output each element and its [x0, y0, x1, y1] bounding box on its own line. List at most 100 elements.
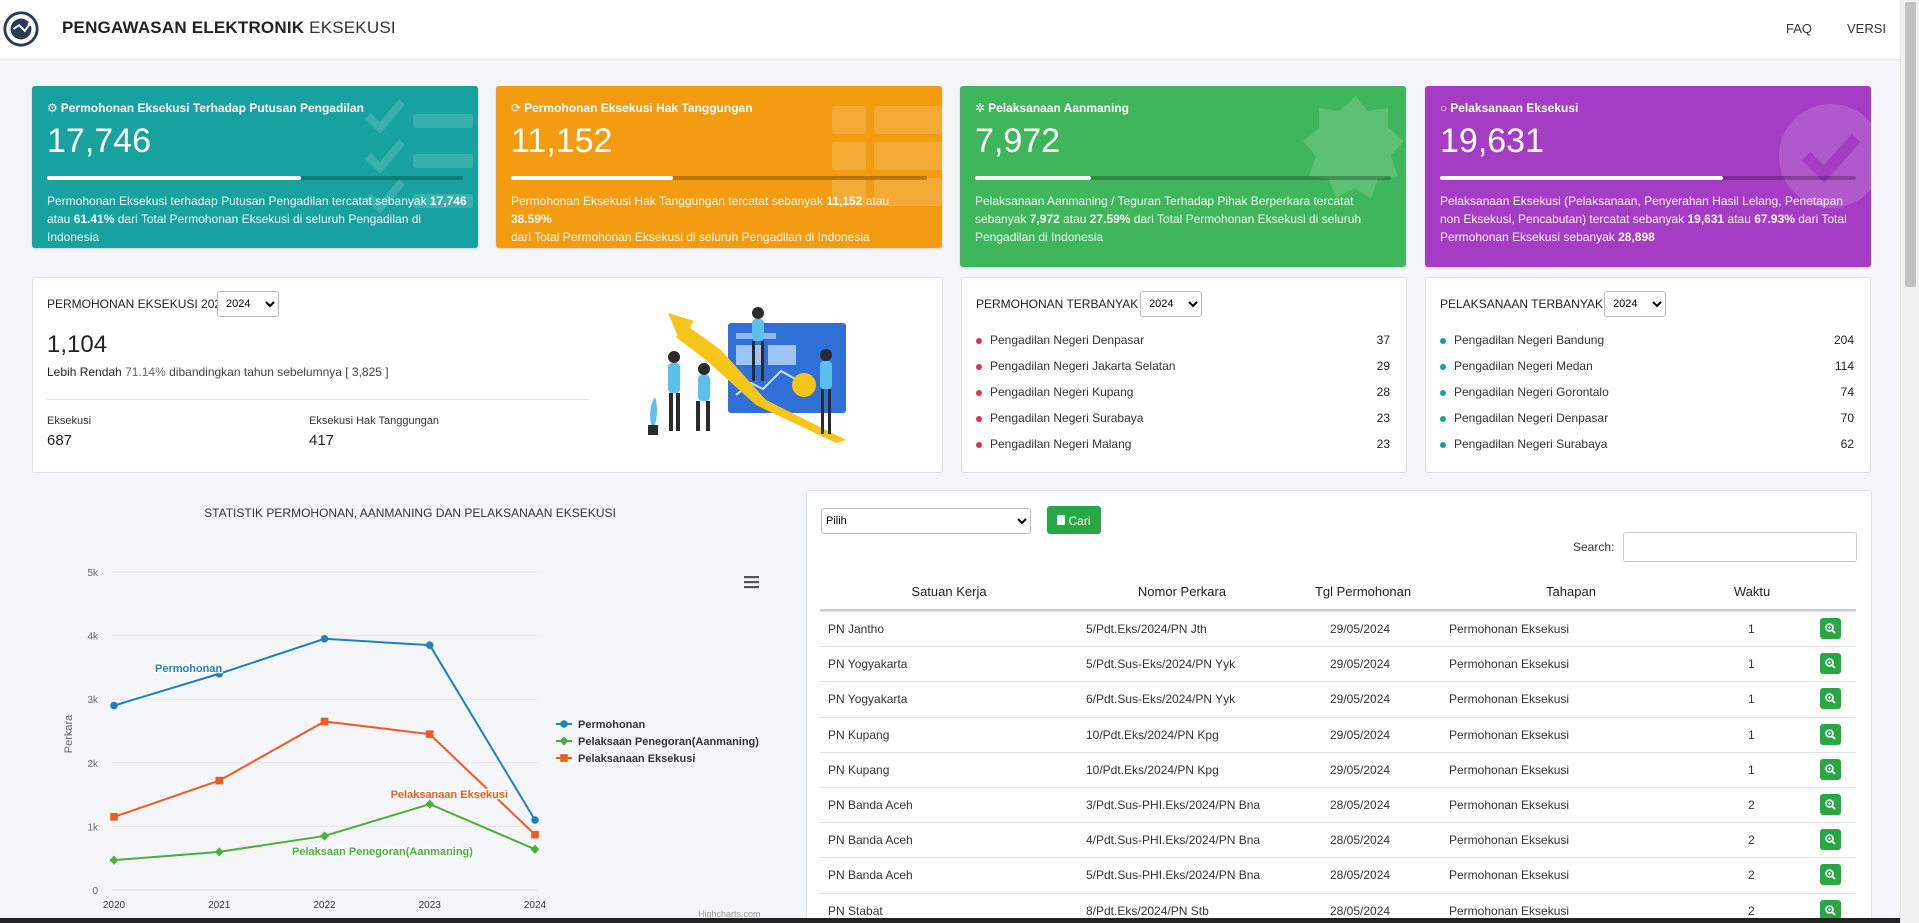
data-point[interactable] — [109, 855, 119, 865]
cell-tgl-permohonan: 28/05/2024 — [1330, 833, 1391, 848]
cell-waktu: 2 — [1748, 833, 1755, 848]
data-point[interactable] — [425, 641, 434, 649]
zoom-in-icon — [1825, 834, 1836, 845]
stat-description: Pelaksanaan Eksekusi (Pelaksanaan, Penye… — [1440, 194, 1847, 244]
cell-satuan-kerja: PN Banda Aceh — [828, 868, 913, 883]
stat-progress-bar — [975, 176, 1391, 180]
chart-grid — [112, 571, 537, 891]
table-row[interactable]: PN Banda Aceh 4/Pdt.Sus-PHI.Eks/2024/PN B… — [820, 822, 1856, 857]
cell-tgl-permohonan: 29/05/2024 — [1330, 692, 1391, 707]
list-count: 62 — [1840, 437, 1854, 451]
data-point[interactable] — [530, 844, 540, 854]
chart-legend[interactable]: Permohonan Pelaksaan Penegoran(Aanmaning)… — [556, 719, 759, 765]
x-tick-label: 2020 — [103, 900, 126, 911]
list-item: Pengadilan Negeri Surabaya — [1440, 437, 1607, 451]
logo-icon[interactable] — [2, 8, 40, 50]
table-row[interactable]: PN Banda Aceh 3/Pdt.Sus-PHI.Eks/2024/PN B… — [820, 787, 1856, 822]
nav-faq-link[interactable]: FAQ — [1786, 21, 1812, 36]
cell-tahapan: Permohonan Eksekusi — [1449, 868, 1570, 883]
table-row[interactable]: PN Kupang 10/Pdt.Eks/2024/PN Kpg 29/05/202… — [820, 751, 1856, 787]
list-item: Pengadilan Negeri Denpasar — [1440, 411, 1608, 425]
zoom-detail-button[interactable] — [1820, 758, 1841, 780]
comparison-text: Lebih Rendah 71.14% dibandingkan tahun s… — [47, 365, 389, 379]
column-header-tahapan[interactable]: Tahapan — [1521, 584, 1621, 599]
zoom-detail-button[interactable] — [1820, 688, 1841, 710]
zoom-detail-button[interactable] — [1820, 618, 1841, 639]
scrollbar-thumb[interactable] — [1905, 2, 1916, 287]
year-select[interactable]: 2024 — [1140, 291, 1202, 317]
data-point[interactable] — [110, 813, 118, 821]
chart-axes: 0 1k 2k 3k 4k 5k 2020 2021 2022 2023 2024 Perkara — [63, 568, 547, 911]
nav-versi-link[interactable]: VERSI — [1847, 21, 1886, 36]
bullet-dot — [1440, 389, 1446, 396]
cell-nomor-perkara: 10/Pdt.Eks/2024/PN Kpg — [1086, 762, 1219, 777]
panel-title: PERMOHONAN EKSEKUSI 2024 — [47, 297, 228, 311]
legend-item[interactable]: Permohonan — [578, 719, 646, 731]
table-row[interactable]: PN Yogyakarta 5/Pdt.Sus-Eks/2024/PN Yyk 29… — [820, 646, 1856, 681]
data-point[interactable] — [531, 816, 539, 824]
progress-fill — [975, 176, 1092, 180]
stat-title: ✲ Pelaksanaan Aanmaning — [975, 101, 1130, 115]
cell-nomor-perkara: 5/Pdt.Eks/2024/PN Jth — [1086, 622, 1207, 636]
data-point[interactable] — [560, 720, 568, 728]
list-count: 29 — [1376, 359, 1390, 373]
cell-nomor-perkara: 3/Pdt.Sus-PHI.Eks/2024/PN Bna — [1086, 798, 1261, 812]
table-row[interactable]: PN Kupang 10/Pdt.Eks/2024/PN Kpg 29/05/202… — [820, 716, 1856, 752]
stat-description: Pelaksanaan Aanmaning / Teguran Terhadap… — [975, 194, 1362, 244]
cell-tgl-permohonan: 28/05/2024 — [1330, 868, 1391, 883]
data-point[interactable] — [110, 701, 118, 710]
table-row[interactable]: PN Yogyakarta 6/Pdt.Sus-Eks/2024/PN Yyk 29… — [820, 681, 1856, 716]
data-point[interactable] — [320, 831, 329, 841]
zoom-in-icon — [1825, 623, 1836, 634]
column-header-satuan-kerja[interactable]: Satuan Kerja — [894, 584, 1004, 599]
progress-fill — [511, 176, 674, 180]
data-point[interactable] — [320, 634, 329, 643]
column-header-waktu[interactable]: Waktu — [1722, 584, 1782, 599]
legend-item[interactable]: Pelaksanaan Eksekusi — [578, 753, 695, 765]
page-scrollbar[interactable] — [1900, 0, 1919, 923]
cell-tgl-permohonan: 28/05/2024 — [1330, 903, 1391, 918]
zoom-detail-button[interactable] — [1820, 723, 1841, 745]
table-row[interactable]: PN Jantho 5/Pdt.Eks/2024/PN Jth 29/05/2024… — [820, 611, 1856, 646]
cell-satuan-kerja: PN Yogyakarta — [828, 692, 908, 707]
year-select[interactable]: 2024 — [1604, 291, 1666, 317]
cell-satuan-kerja: PN Stabat — [828, 903, 883, 918]
data-point[interactable] — [531, 830, 539, 839]
progress-fill — [47, 176, 301, 180]
legend-item[interactable]: Pelaksaan Penegoran(Aanmaning) — [578, 736, 759, 748]
stat-card-aanmaning: ✲ Pelaksanaan Aanmaning 7,972 Pelaksanaan… — [960, 86, 1406, 267]
chart-credit[interactable]: Highcharts.com — [698, 909, 761, 919]
data-point[interactable] — [214, 847, 224, 857]
data-point[interactable] — [215, 776, 224, 785]
cari-button[interactable]: Cari — [1047, 506, 1101, 534]
bullet-dot — [976, 415, 982, 422]
x-tick-label: 2021 — [208, 900, 231, 911]
table-row[interactable]: PN Banda Aceh 5/Pdt.Sus-PHI.Eks/2024/PN B… — [820, 857, 1856, 892]
data-point[interactable] — [559, 736, 569, 746]
cell-waktu: 1 — [1748, 622, 1755, 636]
refresh-icon: ⟳ — [511, 101, 522, 115]
zoom-detail-button[interactable] — [1820, 794, 1841, 815]
cell-tgl-permohonan: 29/05/2024 — [1330, 762, 1391, 777]
series-data-label: Pelaksanaan Eksekusi — [391, 789, 508, 801]
cell-nomor-perkara: 6/Pdt.Sus-Eks/2024/PN Yyk — [1086, 692, 1236, 707]
chart-menu-icon[interactable] — [744, 576, 759, 589]
zoom-detail-button[interactable] — [1820, 653, 1841, 675]
list-item: Pengadilan Negeri Surabaya — [976, 411, 1143, 425]
satker-filter-select[interactable]: Pilih — [821, 508, 1031, 534]
search-input[interactable] — [1623, 532, 1857, 562]
chart-series: Permohonan Pelaksaan Penegoran(Aanmaning)… — [109, 634, 540, 865]
zoom-detail-button[interactable] — [1820, 829, 1841, 851]
data-point[interactable] — [425, 730, 434, 738]
data-point[interactable] — [320, 717, 329, 726]
column-header-nomor-perkara[interactable]: Nomor Perkara — [1122, 584, 1242, 599]
brand-title[interactable]: PENGAWASAN ELEKTRONIK EKSEKUSI — [62, 18, 396, 38]
series-line[interactable] — [113, 720, 536, 836]
y-tick-label: 4k — [87, 632, 99, 643]
zoom-detail-button[interactable] — [1820, 864, 1841, 886]
data-point[interactable] — [560, 754, 568, 762]
cell-tgl-permohonan: 29/05/2024 — [1330, 622, 1391, 636]
cell-satuan-kerja: PN Jantho — [828, 622, 885, 636]
year-select[interactable]: 2024 — [217, 291, 279, 317]
column-header-tgl-permohonan[interactable]: Tgl Permohonan — [1303, 584, 1423, 599]
